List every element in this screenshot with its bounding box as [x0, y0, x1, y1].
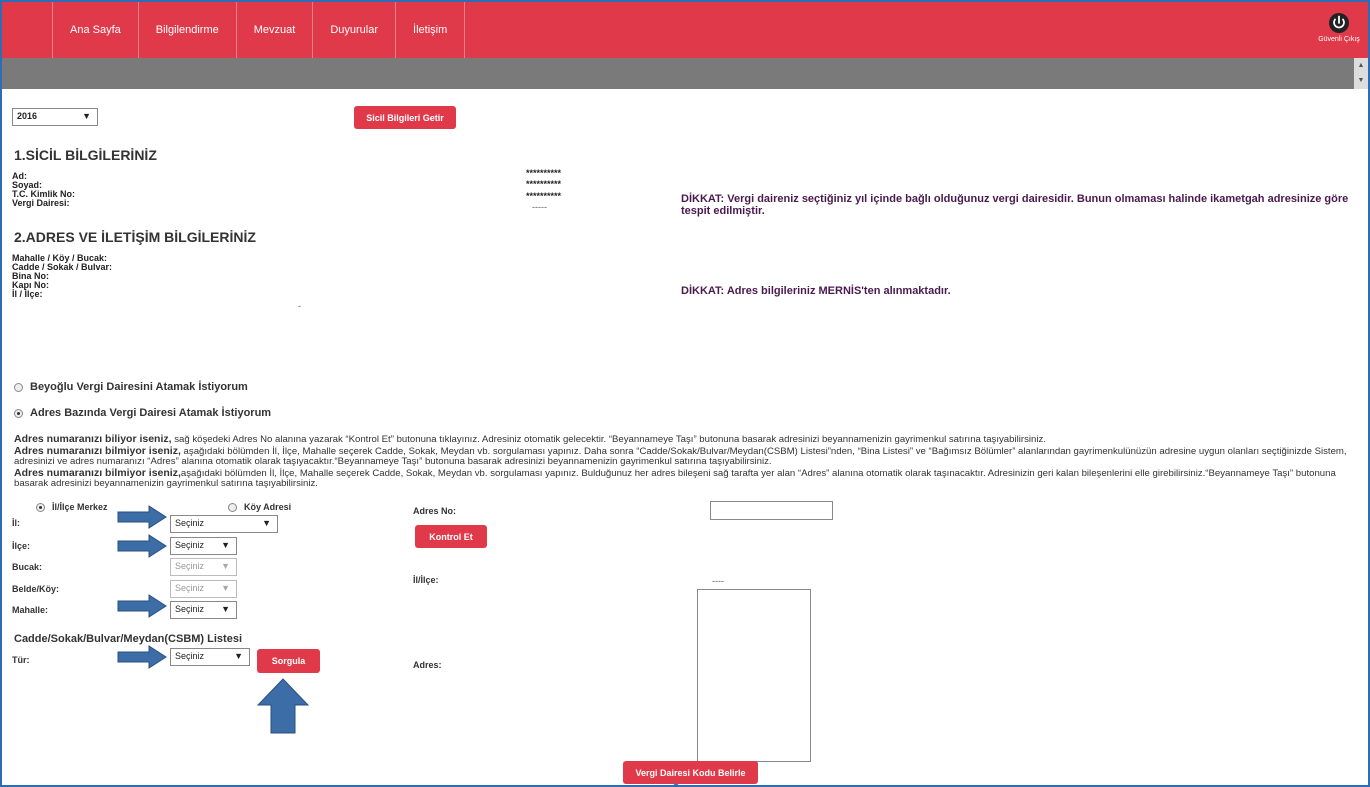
info-p1-bold: Adres numaranızı biliyor iseniz, [14, 433, 172, 445]
sicil-label-vergi: Vergi Dairesi: [12, 198, 70, 208]
adres-textarea[interactable] [697, 589, 811, 762]
belde-label: Belde/Köy: [12, 584, 60, 594]
bucak-select[interactable]: Seçiniz ▼ [170, 558, 237, 576]
vergi-dairesi-kodu-button[interactable]: Vergi Dairesi Kodu Belirle [623, 761, 758, 784]
sicil-value-vergi: ----- [532, 202, 547, 212]
adres-no-input[interactable] [710, 501, 833, 520]
radio-beyoglu[interactable]: Beyoğlu Vergi Dairesini Atamak İstiyorum [14, 381, 248, 393]
ilce-label: İlçe: [12, 541, 31, 551]
arrow-right-icon [117, 594, 167, 618]
bucak-label: Bucak: [12, 562, 43, 572]
ilce-select[interactable]: Seçiniz ▼ [170, 537, 237, 555]
chevron-down-icon: ▼ [221, 540, 230, 550]
year-select[interactable]: 2016 ▼ [12, 108, 98, 126]
adres-label-il-ilce: İl / İlçe: [12, 289, 43, 299]
adres-label: Adres: [413, 660, 442, 670]
radio-adres-bazinda[interactable]: Adres Bazında Vergi Dairesi Atamak İstiy… [14, 407, 271, 419]
power-icon [1329, 13, 1349, 33]
nav-item-bilgilendirme[interactable]: Bilgilendirme [139, 2, 237, 58]
scroll-down-icon[interactable]: ▼ [1354, 73, 1368, 88]
chevron-down-icon: ▼ [221, 604, 230, 614]
il-select[interactable]: Seçiniz ▼ [170, 515, 278, 533]
belde-select[interactable]: Seçiniz ▼ [170, 580, 237, 598]
arrow-up-icon [257, 678, 309, 734]
belde-select-value: Seçiniz [175, 583, 205, 593]
radio-dot[interactable] [228, 502, 237, 512]
adres-notice: DİKKAT: Adres bilgileriniz MERNİS'ten al… [681, 285, 951, 297]
radio-merkez[interactable]: İl/İlçe Merkez [36, 502, 108, 512]
info-p1: sağ köşedeki Adres No alanına yazarak “K… [171, 434, 1046, 445]
sicil-title: 1.SİCİL BİLGİLERİNİZ [14, 147, 157, 163]
nav-item-duyurular[interactable]: Duyurular [313, 2, 397, 58]
logout-label: Güvenli Çıkış [1318, 36, 1360, 43]
ilce-select-value: Seçiniz [175, 540, 205, 550]
radio-dot-selected[interactable] [14, 408, 23, 418]
sicil-getir-button[interactable]: Sicil Bilgileri Getir [354, 106, 456, 129]
sicil-notice: DİKKAT: Vergi daireniz seçtiğiniz yıl iç… [681, 193, 1349, 217]
nav-item-iletisim[interactable]: İletişim [396, 2, 466, 58]
tur-label: Tür: [12, 655, 30, 665]
arrow-right-icon [117, 505, 167, 529]
chevron-down-icon: ▼ [262, 518, 271, 528]
radio-dot-selected[interactable] [36, 502, 45, 512]
nav-item-ana-sayfa[interactable]: Ana Sayfa [52, 2, 139, 58]
tur-select-value: Seçiniz [175, 651, 205, 661]
radio-koy[interactable]: Köy Adresi [228, 502, 291, 512]
sicil-value-ad: ********** [526, 168, 562, 178]
radio-merkez-label: İl/İlçe Merkez [52, 502, 108, 512]
arrow-right-icon [117, 534, 167, 558]
gray-toolbar [2, 58, 1368, 89]
il-ilce-label: İl/İlçe: [413, 575, 439, 585]
info-text: Adres numaranızı biliyor iseniz, sağ köş… [14, 434, 1364, 490]
mahalle-select-value: Seçiniz [175, 604, 205, 614]
adres-no-label: Adres No: [413, 506, 457, 516]
csbm-title: Cadde/Sokak/Bulvar/Meydan(CSBM) Listesi [14, 633, 243, 645]
sicil-value-tc: ********** [526, 191, 562, 201]
radio-beyoglu-label: Beyoğlu Vergi Dairesini Atamak İstiyorum [30, 381, 248, 393]
info-p2-bold: Adres numaranızı bilmiyor iseniz, [14, 444, 181, 457]
mahalle-select[interactable]: Seçiniz ▼ [170, 601, 237, 619]
bucak-select-value: Seçiniz [175, 561, 205, 571]
page-frame: Ana Sayfa Bilgilendirme Mevzuat Duyurula… [0, 0, 1370, 787]
arrow-right-icon [117, 645, 167, 669]
kontrol-et-button[interactable]: Kontrol Et [415, 525, 487, 548]
adres-title: 2.ADRES VE İLETİŞİM BİLGİLERİNİZ [14, 229, 256, 245]
main-nav: Ana Sayfa Bilgilendirme Mevzuat Duyurula… [52, 2, 466, 58]
chevron-down-icon: ▼ [82, 111, 91, 121]
radio-koy-label: Köy Adresi [244, 502, 292, 512]
il-ilce-value: ---- [712, 576, 724, 586]
sicil-value-soyad: ********** [526, 179, 562, 189]
scrollbar[interactable]: ▲ ▼ [1354, 58, 1368, 89]
adres-value-il-ilce: - [298, 301, 301, 311]
top-navbar: Ana Sayfa Bilgilendirme Mevzuat Duyurula… [2, 2, 1368, 58]
il-select-value: Seçiniz [175, 518, 205, 528]
sorgula-button[interactable]: Sorgula [257, 649, 320, 673]
info-p3: aşağıdaki bölümden İl, İlçe, Mahalle seç… [14, 467, 1336, 489]
nav-item-mevzuat[interactable]: Mevzuat [237, 2, 314, 58]
arrow-up-icon [673, 783, 679, 785]
mahalle-label: Mahalle: [12, 605, 49, 615]
il-label: İl: [12, 518, 20, 528]
tur-select[interactable]: Seçiniz ▼ [170, 648, 250, 666]
year-select-value: 2016 [17, 111, 38, 121]
info-p3-bold: Adres numaranızı bilmiyor iseniz, [14, 466, 181, 479]
info-p2: aşağıdaki bölümden İl, İlçe, Mahalle seç… [14, 445, 1347, 467]
radio-adres-bazinda-label: Adres Bazında Vergi Dairesi Atamak İstiy… [30, 407, 272, 419]
chevron-down-icon: ▼ [234, 651, 243, 661]
radio-dot[interactable] [14, 382, 23, 392]
chevron-down-icon: ▼ [221, 583, 230, 593]
chevron-down-icon: ▼ [221, 561, 230, 571]
scroll-up-icon[interactable]: ▲ [1354, 58, 1368, 73]
logout-button[interactable]: Güvenli Çıkış [1316, 12, 1362, 43]
